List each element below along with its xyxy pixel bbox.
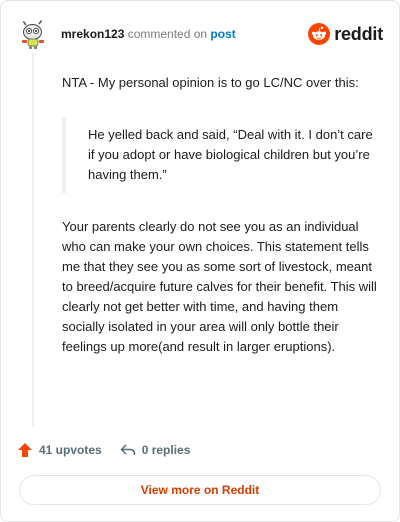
view-more-button[interactable]: View more on Reddit (19, 475, 381, 505)
thread-line (32, 53, 34, 427)
reply-count: 0 replies (141, 443, 191, 457)
replies-button[interactable]: 0 replies (120, 442, 191, 458)
upvote-button[interactable]: 41 upvotes (17, 442, 102, 458)
comment-embed-card: mrekon123 commented on post reddit NTA -… (0, 0, 400, 522)
comment-header: mrekon123 commented on post reddit (17, 17, 383, 51)
quote-text: He yelled back and said, “Deal with it. … (88, 127, 373, 182)
reddit-wordmark: reddit (334, 23, 383, 44)
commented-on-text: commented on (124, 27, 211, 41)
comment-meta: mrekon123 commented on post (61, 27, 236, 41)
upvote-arrow-icon (18, 443, 32, 457)
comment-paragraph: Your parents clearly do not see you as a… (62, 219, 377, 354)
reply-arrow-icon (120, 444, 135, 455)
blockquote: He yelled back and said, “Deal with it. … (62, 117, 381, 193)
comment-body: NTA - My personal opinion is to go LC/NC… (62, 73, 381, 357)
reddit-logo-icon (308, 23, 331, 45)
comment-intro: NTA - My personal opinion is to go LC/NC… (62, 75, 359, 90)
username-link[interactable]: mrekon123 (61, 27, 124, 41)
upvote-count: 41 upvotes (39, 443, 102, 457)
reddit-brand[interactable]: reddit (308, 23, 383, 45)
snoo-avatar-icon (17, 18, 49, 50)
post-link[interactable]: post (210, 27, 235, 41)
avatar[interactable] (17, 18, 49, 50)
comment-footer: 41 upvotes 0 replies (17, 439, 208, 461)
